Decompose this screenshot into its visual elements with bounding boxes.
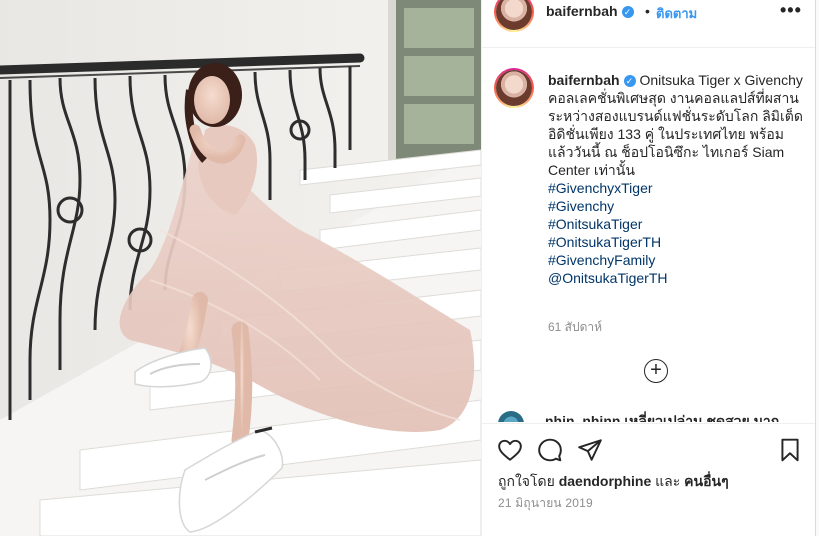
mention-link[interactable]: @OnitsukaTigerTH: [548, 269, 806, 287]
hashtag-link[interactable]: #OnitsukaTiger: [548, 215, 806, 233]
post-date[interactable]: 21 มิถุนายน 2019: [498, 494, 593, 513]
separator-dot: •: [645, 3, 650, 19]
caption-username[interactable]: baifernbah: [548, 72, 620, 88]
caption-time-ago[interactable]: 61 สัปดาห์: [548, 318, 602, 337]
post-caption: baifernbah ✓ Onitsuka Tiger x Givenchy คอ…: [548, 71, 806, 287]
likes-summary: ถูกใจโดย daendorphine และ คนอื่นๆ: [498, 473, 729, 489]
heart-outline-icon[interactable]: [497, 437, 523, 463]
hashtag-link[interactable]: #OnitsukaTigerTH: [548, 233, 806, 251]
other-likers-link[interactable]: คนอื่นๆ: [684, 473, 728, 489]
hashtag-link[interactable]: #GivenchyxTiger: [548, 179, 806, 197]
verified-badge-icon: ✓: [621, 6, 634, 18]
post-detail-panel: baifernbah ✓ • ติดตาม ••• baifernbah ✓ Oni…: [481, 0, 816, 536]
paper-plane-icon[interactable]: [577, 437, 603, 463]
hashtag-link[interactable]: #Givenchy: [548, 197, 806, 215]
scrollbar[interactable]: [815, 0, 819, 536]
comment-item: nhin_nhinn เหลี่ยวเปล่าน ชุดสวย มาก: [498, 408, 798, 422]
load-more-comments-button[interactable]: +: [644, 359, 668, 383]
plus-circle-icon: +: [650, 359, 662, 381]
post-image: [0, 0, 481, 536]
caption-author-avatar[interactable]: [494, 68, 534, 108]
bookmark-icon[interactable]: [777, 437, 803, 463]
comment-text: nhin_nhinn เหลี่ยวเปล่าน ชุดสวย มาก: [545, 413, 780, 422]
post-photo[interactable]: [0, 0, 481, 536]
follow-button[interactable]: ติดตาม: [656, 3, 697, 24]
post-header: baifernbah ✓ • ติดตาม •••: [482, 0, 816, 48]
commenter-avatar[interactable]: [498, 411, 524, 422]
hashtag-list: #GivenchyxTiger #Givenchy #OnitsukaTiger…: [548, 179, 806, 287]
author-avatar[interactable]: [494, 0, 534, 32]
post-actions: ถูกใจโดย daendorphine และ คนอื่นๆ 21 มิถ…: [482, 423, 816, 536]
hashtag-link[interactable]: #GivenchyFamily: [548, 251, 806, 269]
speech-bubble-icon[interactable]: [537, 437, 563, 463]
liker-username[interactable]: daendorphine: [559, 473, 652, 489]
verified-badge-icon: ✓: [623, 75, 636, 87]
author-username[interactable]: baifernbah ✓: [546, 3, 634, 19]
more-options-icon[interactable]: •••: [780, 0, 802, 21]
